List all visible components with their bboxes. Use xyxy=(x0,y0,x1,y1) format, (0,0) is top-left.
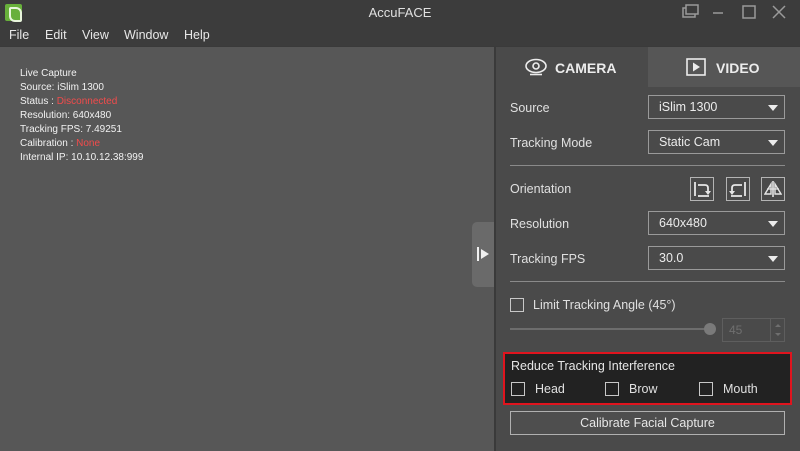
brow-label: Brow xyxy=(629,382,658,396)
menu-window[interactable]: Window xyxy=(124,28,168,42)
tracking-fps-label: Tracking FPS xyxy=(510,252,586,266)
menu-help[interactable]: Help xyxy=(184,28,210,42)
minimize-icon[interactable] xyxy=(706,2,730,22)
reduce-interference-title: Reduce Tracking Interference xyxy=(511,359,675,373)
resolution-label: Resolution xyxy=(510,217,570,231)
tracking-mode-label: Tracking Mode xyxy=(510,136,593,150)
info-live-capture: Live Capture xyxy=(20,68,77,79)
source-value: iSlim 1300 xyxy=(659,100,718,114)
reduce-interference-group: Reduce Tracking Interference Head Brow M… xyxy=(503,352,792,405)
orientation-label: Orientation xyxy=(510,182,572,196)
resolution-dropdown[interactable]: 640x480 xyxy=(648,211,785,235)
chevron-down-icon xyxy=(768,105,778,111)
calibration-value: None xyxy=(76,138,101,149)
info-status: Status : Disconnected xyxy=(20,95,143,109)
chevron-down-icon xyxy=(768,140,778,146)
calibrate-facial-capture-button[interactable]: Calibrate Facial Capture xyxy=(510,411,785,435)
tab-video[interactable]: VIDEO xyxy=(648,47,800,87)
rotate-left-icon xyxy=(729,182,746,197)
rotate-right-button[interactable] xyxy=(690,177,714,201)
angle-slider-handle[interactable] xyxy=(704,323,716,335)
chevron-down-icon xyxy=(768,256,778,262)
flip-button[interactable] xyxy=(761,177,785,201)
rotate-left-button[interactable] xyxy=(726,177,750,201)
head-checkbox[interactable] xyxy=(511,382,525,396)
menu-view[interactable]: View xyxy=(82,28,109,42)
status-value: Disconnected xyxy=(56,96,118,107)
info-resolution: Resolution: 640x480 xyxy=(20,110,112,121)
stepper-arrows[interactable] xyxy=(770,319,784,341)
rotate-right-icon xyxy=(694,182,711,197)
info-calibration: Calibration : None xyxy=(20,137,143,151)
limit-angle-label: Limit Tracking Angle (45°) xyxy=(533,298,676,312)
maximize-icon[interactable] xyxy=(737,2,761,22)
info-tracking-fps: Tracking FPS: 7.49251 xyxy=(20,124,122,135)
menu-bar: File Edit View Window Help xyxy=(0,24,800,46)
status-label: Status : xyxy=(20,96,57,107)
tab-video-label: VIDEO xyxy=(716,60,760,76)
limit-angle-checkbox[interactable] xyxy=(510,298,524,312)
tracking-fps-dropdown[interactable]: 30.0 xyxy=(648,246,785,270)
angle-value: 45 xyxy=(729,323,743,337)
menu-edit[interactable]: Edit xyxy=(45,28,67,42)
tab-camera[interactable]: CAMERA xyxy=(496,47,648,87)
info-internal-ip: Internal IP: 10.10.12.38:999 xyxy=(20,152,144,163)
tab-camera-label: CAMERA xyxy=(555,60,617,76)
play-icon xyxy=(686,58,706,76)
resolution-value: 640x480 xyxy=(659,216,707,230)
tracking-mode-dropdown[interactable]: Static Cam xyxy=(648,130,785,154)
capture-info: Live Capture Source: iSlim 1300 Status :… xyxy=(20,67,143,165)
source-dropdown[interactable]: iSlim 1300 xyxy=(648,95,785,119)
collapse-panel-icon xyxy=(477,247,489,261)
mouth-checkbox[interactable] xyxy=(699,382,713,396)
capture-viewport: Live Capture Source: iSlim 1300 Status :… xyxy=(0,47,494,451)
close-icon[interactable] xyxy=(767,2,791,22)
chevron-down-icon xyxy=(768,221,778,227)
mouth-label: Mouth xyxy=(723,382,758,396)
calibration-label: Calibration : xyxy=(20,138,77,149)
title-bar: AccuFACE xyxy=(0,0,800,24)
tracking-fps-value: 30.0 xyxy=(659,251,684,265)
flip-icon xyxy=(764,181,782,197)
source-label: Source xyxy=(510,101,550,115)
brow-checkbox[interactable] xyxy=(605,382,619,396)
angle-slider-track[interactable] xyxy=(510,328,710,330)
webcam-icon xyxy=(525,58,547,76)
head-label: Head xyxy=(535,382,565,396)
settings-panel: CAMERA VIDEO Source iSlim 1300 Tracking … xyxy=(496,47,800,451)
tracking-mode-value: Static Cam xyxy=(659,135,721,149)
angle-stepper[interactable]: 45 xyxy=(722,318,785,342)
info-source: Source: iSlim 1300 xyxy=(20,82,104,93)
divider xyxy=(510,165,785,166)
mini-view-icon[interactable] xyxy=(678,2,702,22)
divider xyxy=(510,281,785,282)
menu-file[interactable]: File xyxy=(9,28,29,42)
collapse-panel-button[interactable] xyxy=(472,222,494,287)
